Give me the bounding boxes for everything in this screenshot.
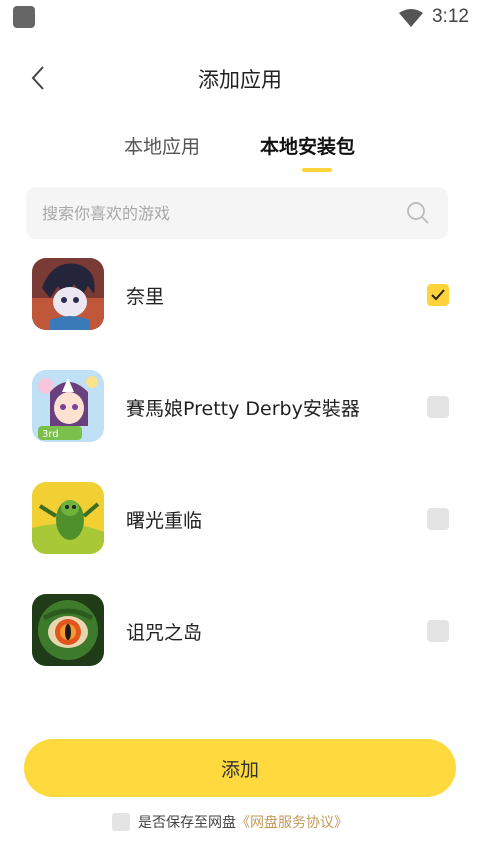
app-name: 诅咒之岛	[126, 622, 203, 644]
save-to-cloud-text: 是否保存至网盘	[138, 815, 236, 831]
list-item[interactable]: 奈里	[0, 252, 480, 336]
active-tab-indicator	[302, 168, 332, 172]
list-item[interactable]: 曙光重临	[0, 476, 480, 560]
svg-text:3rd: 3rd	[42, 429, 59, 440]
header: 添加应用	[0, 52, 480, 104]
app-icon-cursed-island	[32, 594, 104, 666]
wifi-icon	[399, 9, 423, 27]
tab-local-apps[interactable]: 本地应用	[124, 132, 200, 159]
search-icon[interactable]	[406, 201, 430, 225]
status-bar: 3:12	[0, 0, 480, 34]
app-icon-uma-musume: 3rd	[32, 370, 104, 442]
add-button[interactable]: 添加	[24, 739, 456, 797]
check-icon	[431, 289, 445, 301]
app-checkbox[interactable]	[427, 284, 449, 306]
save-to-cloud-option: 是否保存至网盘《网盘服务协议》	[0, 810, 480, 836]
tab-local-packages[interactable]: 本地安装包	[260, 132, 355, 159]
search-input[interactable]	[42, 187, 382, 239]
app-name: 賽馬娘Pretty Derby安裝器	[126, 398, 360, 420]
list-item[interactable]: 诅咒之岛	[0, 588, 480, 672]
app-icon-nairi	[32, 258, 104, 330]
search-bar[interactable]	[26, 187, 448, 239]
app-checkbox[interactable]	[427, 396, 449, 418]
save-to-cloud-checkbox[interactable]	[112, 813, 130, 831]
page-title: 添加应用	[198, 68, 282, 92]
list-item[interactable]: 3rd 賽馬娘Pretty Derby安裝器	[0, 364, 480, 448]
app-name: 曙光重临	[126, 510, 203, 532]
app-checkbox[interactable]	[427, 508, 449, 530]
app-name: 奈里	[126, 286, 165, 308]
status-time: 3:12	[432, 6, 469, 27]
app-checkbox[interactable]	[427, 620, 449, 642]
save-to-cloud-label: 是否保存至网盘《网盘服务协议》	[138, 812, 348, 832]
notification-icon	[13, 6, 35, 28]
app-icon-shuguang	[32, 482, 104, 554]
tab-bar: 本地应用 本地安装包	[0, 132, 480, 176]
cloud-service-agreement-link[interactable]: 《网盘服务协议》	[236, 815, 348, 831]
